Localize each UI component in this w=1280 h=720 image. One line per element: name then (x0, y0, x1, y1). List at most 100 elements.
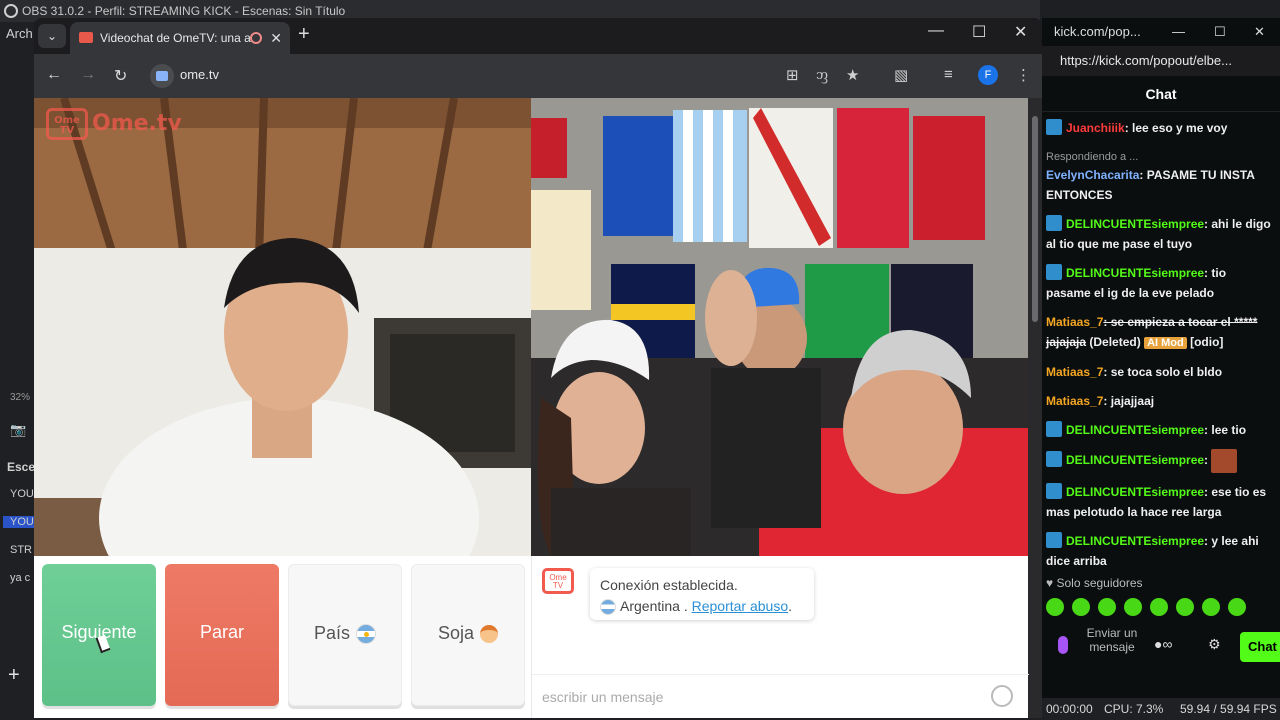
remote-video (531, 98, 1028, 556)
chat-username[interactable]: DELINCUENTEsiempree (1066, 453, 1204, 467)
chat-text: : (1204, 453, 1209, 468)
ometv-chat-panel: Ome TV Conexión establecida. Argentina .… (531, 556, 1029, 718)
close-tab-icon[interactable]: ✕ (270, 22, 282, 54)
argentina-flag-icon (356, 624, 377, 645)
camera-icon[interactable]: 📷 (10, 422, 26, 438)
add-scene-icon[interactable]: + (8, 664, 20, 687)
forward-icon[interactable]: → (80, 66, 96, 84)
kick-chat-header: Chat (1042, 76, 1280, 112)
install-app-icon[interactable]: ⊞ (786, 66, 799, 84)
minimize-icon[interactable]: — (928, 22, 944, 40)
emote-bar (1046, 598, 1276, 621)
translate-icon[interactable]: ᦀ (816, 66, 828, 84)
kick-message-input[interactable]: Enviar un mensaje (1082, 626, 1142, 654)
chat-username[interactable]: DELINCUENTEsiempree (1066, 534, 1204, 548)
maximize-icon[interactable]: ☐ (972, 22, 986, 42)
kick-chat-input-bar: Enviar un mensaje ●∞ ⚙ Chat (1042, 624, 1280, 668)
chat-username[interactable]: Matiaas_7 (1046, 315, 1103, 329)
chat-text: : lee eso y me voy (1124, 121, 1228, 135)
badge-icon (1046, 451, 1062, 468)
browser-window: ⌄ Videochat de OmeTV: una a ✕ + — ☐ ✕ ← … (34, 18, 1042, 718)
chat-username[interactable]: Juanchiiik (1066, 121, 1125, 135)
tab-strip: ⌄ Videochat de OmeTV: una a ✕ + — ☐ ✕ (34, 18, 1042, 54)
obs-status-fps: 59.94 / 59.94 FPS (1180, 702, 1277, 716)
obs-status-time: 00:00:00 (1046, 702, 1093, 716)
extensions-icon[interactable]: ▧ (894, 66, 908, 84)
profile-avatar[interactable]: F (978, 65, 998, 85)
chat-username[interactable]: Matiaas_7 (1046, 365, 1103, 379)
more-menu-icon[interactable]: ⋮ (1016, 66, 1031, 84)
chat-message: DELINCUENTEsiempree: (1046, 449, 1274, 473)
kick-tab-title: kick.com/pop... (1054, 24, 1141, 39)
chat-username[interactable]: Matiaas_7 (1046, 394, 1103, 408)
emote-icon[interactable] (1150, 598, 1168, 616)
badge-icon (1046, 421, 1062, 437)
chat-username[interactable]: DELINCUENTEsiempree (1066, 217, 1204, 231)
emote-icon[interactable] (1176, 598, 1194, 616)
stop-button[interactable]: Parar (165, 564, 279, 706)
address-bar[interactable]: ome.tv (146, 60, 876, 92)
gender-button-label: Soja (437, 623, 475, 643)
gender-filter-button[interactable]: Soja (411, 564, 525, 706)
back-icon[interactable]: ← (46, 66, 62, 84)
chat-username[interactable]: DELINCUENTEsiempree (1066, 423, 1204, 437)
chat-message: DELINCUENTEsiempree: tio pasame el ig de… (1046, 263, 1274, 303)
followers-only-notice: ♥ Solo seguidores (1046, 576, 1143, 590)
close-window-icon[interactable]: ✕ (1014, 22, 1027, 42)
microphone-icon[interactable] (1058, 636, 1068, 654)
report-suffix: . (788, 598, 793, 614)
ometv-controls: Siguiente Parar País Soja Ome TV Conexió… (34, 556, 1029, 718)
deleted-label: (Deleted) (1089, 335, 1141, 349)
chat-username[interactable]: DELINCUENTEsiempree (1066, 485, 1204, 499)
site-info-icon[interactable] (150, 64, 174, 88)
emote-icon[interactable] (1098, 598, 1116, 616)
ometv-logo-badge: Ome TV (46, 108, 88, 140)
chat-username[interactable]: DELINCUENTEsiempree (1066, 266, 1204, 280)
obs-logo-icon (4, 4, 18, 18)
recording-icon (250, 32, 262, 44)
report-abuse-link[interactable]: Reportar abuso (692, 598, 789, 614)
obs-status-cpu: CPU: 7.3% (1104, 702, 1164, 716)
new-tab-icon[interactable]: + (298, 23, 310, 46)
kick-maximize-icon[interactable]: ☐ (1214, 18, 1226, 46)
emote-icon[interactable] (1124, 598, 1142, 616)
message-input-area (532, 674, 1029, 718)
ometv-logo: Ome TV Ome.tv (46, 108, 182, 140)
kick-close-icon[interactable]: ✕ (1254, 18, 1265, 46)
obs-scene-item[interactable]: STR (10, 544, 32, 556)
media-controls-icon[interactable]: ≡ (944, 66, 953, 83)
emote-icon[interactable] (1228, 598, 1246, 616)
kick-minimize-icon[interactable]: — (1172, 18, 1185, 46)
tab-ometv[interactable]: Videochat de OmeTV: una a ✕ (70, 22, 290, 54)
emote-icon[interactable] (1072, 598, 1090, 616)
page-scrollbar[interactable] (1028, 98, 1042, 718)
badge-icon (1046, 532, 1062, 548)
emote-icon[interactable] (1202, 598, 1220, 616)
emoji-icon[interactable] (991, 685, 1013, 707)
tab-search-dropdown[interactable]: ⌄ (38, 24, 66, 48)
obs-scene-item-selected[interactable]: YOU (3, 516, 34, 528)
tab-title: Videochat de OmeTV: una a (100, 31, 251, 45)
chat-message: DELINCUENTEsiempree: lee tio (1046, 420, 1274, 440)
infinity-icon[interactable]: ●∞ (1154, 636, 1172, 652)
bookmark-star-icon[interactable]: ★ (846, 66, 859, 84)
obs-scene-item[interactable]: ya c (10, 572, 30, 584)
scrollbar-thumb[interactable] (1032, 116, 1038, 322)
kick-chat-send-button[interactable]: Chat (1240, 632, 1280, 662)
gear-icon[interactable]: ⚙ (1208, 636, 1221, 653)
kick-chat-window: kick.com/pop... — ☐ ✕ https://kick.com/p… (1042, 18, 1280, 720)
reload-icon[interactable]: ↻ (114, 66, 127, 86)
moderation-tag: [odio] (1190, 335, 1224, 349)
country-button-label: País (313, 623, 351, 643)
kick-address-bar[interactable]: https://kick.com/popout/elbe... (1042, 46, 1280, 76)
ometv-favicon-icon (79, 32, 93, 43)
chat-message: Juanchiiik: lee eso y me voy (1046, 118, 1274, 138)
browser-toolbar: ← → ↻ ome.tv ⊞ ᦀ ★ ▧ ≡ F ⋮ (34, 54, 1042, 98)
obs-menu-file[interactable]: Arch (6, 26, 33, 41)
next-button[interactable]: Siguiente (42, 564, 156, 706)
obs-scene-item[interactable]: YOU (10, 488, 34, 500)
emote-icon[interactable] (1046, 598, 1064, 616)
chat-username[interactable]: EvelynChacarita (1046, 168, 1139, 182)
country-filter-button[interactable]: País (288, 564, 402, 706)
message-input[interactable] (542, 685, 972, 709)
